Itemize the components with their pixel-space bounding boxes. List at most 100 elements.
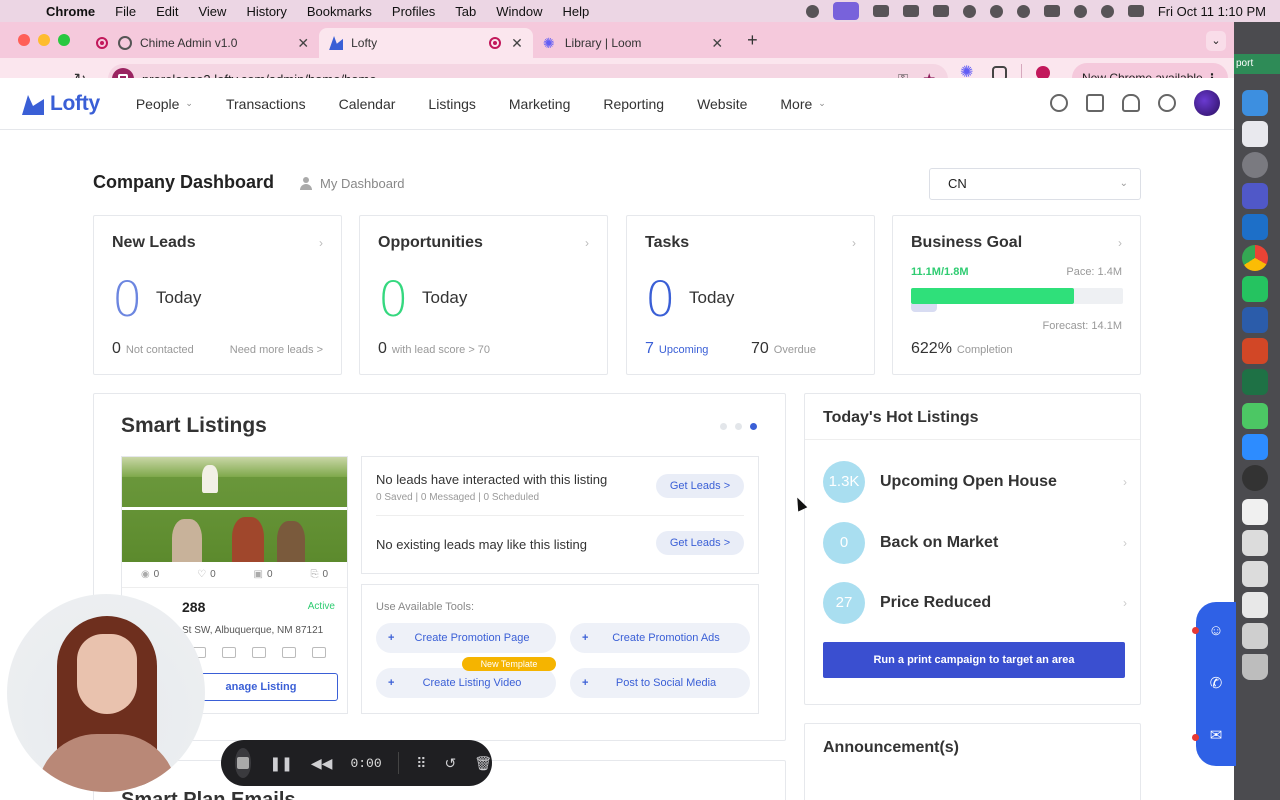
listing-photo[interactable]: [122, 457, 347, 562]
minimize-window-button[interactable]: [38, 34, 50, 46]
overdue-stat[interactable]: 70 Overdue: [751, 340, 816, 358]
spotlight-icon[interactable]: [1100, 4, 1114, 18]
word-icon[interactable]: [1242, 307, 1268, 333]
outlook-icon[interactable]: [1242, 214, 1268, 240]
nav-marketing[interactable]: Marketing: [509, 96, 570, 112]
chrome-icon[interactable]: [1242, 245, 1268, 271]
chat-bot-icon[interactable]: ☺: [1206, 622, 1226, 640]
inbox-icon[interactable]: [1086, 94, 1104, 112]
nav-reporting[interactable]: Reporting: [603, 96, 664, 112]
trash-icon[interactable]: [1242, 654, 1268, 680]
new-leads-card[interactable]: New Leads › 0 Today 0 Not contacted Need …: [93, 215, 342, 375]
close-tab-icon[interactable]: ✕: [511, 35, 523, 52]
document-icon[interactable]: [252, 647, 266, 658]
nav-website[interactable]: Website: [697, 96, 747, 112]
tasks-card[interactable]: Tasks › 0 Today 7 Upcoming 70 Overdue: [626, 215, 875, 375]
media-icon[interactable]: [1016, 4, 1030, 18]
folder-icon[interactable]: [222, 647, 236, 658]
control-center-icon[interactable]: [1127, 5, 1144, 17]
house-icon[interactable]: [282, 647, 296, 658]
search-icon[interactable]: [1050, 94, 1068, 112]
battery-icon[interactable]: [1043, 5, 1060, 17]
tab-chime-admin[interactable]: Chime Admin v1.0 ✕: [86, 28, 319, 58]
pause-icon[interactable]: ❚❚: [269, 755, 292, 772]
print-campaign-button[interactable]: Run a print campaign to target an area: [823, 642, 1125, 678]
business-goal-card[interactable]: Business Goal › 11.1M/1.8M Pace: 1.4M Fo…: [892, 215, 1141, 375]
hot-listing-row[interactable]: 27 Price Reduced ›: [823, 581, 1127, 625]
menu-history[interactable]: History: [246, 4, 286, 19]
chevron-right-icon[interactable]: ›: [319, 236, 323, 250]
excel-icon[interactable]: [1242, 369, 1268, 395]
message-icon[interactable]: ✉: [1206, 726, 1226, 744]
avatar[interactable]: [1194, 90, 1220, 116]
camtasia-icon[interactable]: [1242, 276, 1268, 302]
menu-bookmarks[interactable]: Bookmarks: [307, 4, 372, 19]
document-icon[interactable]: [1242, 499, 1268, 525]
new-tab-button[interactable]: +: [747, 30, 758, 51]
bell-icon[interactable]: [1122, 94, 1140, 112]
window-thumbnail-icon[interactable]: [1242, 592, 1268, 618]
get-leads-button[interactable]: Get Leads >: [656, 531, 744, 555]
play-icon[interactable]: [962, 4, 976, 18]
menu-view[interactable]: View: [198, 4, 226, 19]
wifi-icon[interactable]: [1073, 4, 1087, 18]
menu-tab[interactable]: Tab: [455, 4, 476, 19]
teams-icon[interactable]: [1242, 183, 1268, 209]
hot-listing-row[interactable]: 0 Back on Market ›: [823, 521, 1127, 565]
menu-help[interactable]: Help: [563, 4, 590, 19]
create-listing-video-button[interactable]: + Create Listing Video: [376, 668, 556, 698]
window-thumbnail-icon[interactable]: [1242, 530, 1268, 556]
create-promotion-ads-button[interactable]: + Create Promotion Ads: [570, 623, 750, 653]
nav-more[interactable]: More ⌄: [780, 96, 825, 112]
window-thumbnail-icon[interactable]: [1242, 561, 1268, 587]
hot-listing-row[interactable]: 1.3K Upcoming Open House ›: [823, 460, 1127, 504]
menubar-clock[interactable]: Fri Oct 11 1:10 PM: [1158, 4, 1266, 19]
menu-edit[interactable]: Edit: [156, 4, 178, 19]
phone-icon[interactable]: ✆: [1206, 674, 1226, 692]
region-select[interactable]: CN ⌄: [929, 168, 1141, 200]
loom-app-icon[interactable]: [1242, 465, 1268, 491]
nav-people[interactable]: People ⌄: [136, 96, 193, 112]
delete-icon[interactable]: 🗑: [474, 755, 492, 772]
close-tab-icon[interactable]: ✕: [297, 35, 309, 52]
not-contacted-stat[interactable]: 0 Not contacted: [112, 340, 194, 358]
finder-icon[interactable]: [1242, 90, 1268, 116]
close-tab-icon[interactable]: ✕: [711, 35, 723, 52]
upcoming-stat[interactable]: 7 Upcoming: [645, 340, 708, 358]
nav-transactions[interactable]: Transactions: [226, 96, 306, 112]
mls-icon[interactable]: [312, 647, 326, 658]
launchpad-icon[interactable]: [1242, 121, 1268, 147]
restart-icon[interactable]: ↺: [444, 755, 456, 772]
nav-listings[interactable]: Listings: [428, 96, 475, 112]
my-dashboard-link[interactable]: My Dashboard: [300, 176, 405, 191]
zoom-icon[interactable]: [1242, 434, 1268, 460]
zoom-window-button[interactable]: [58, 34, 70, 46]
rewind-icon[interactable]: ◀◀: [311, 755, 333, 772]
tab-loom-library[interactable]: ✺ Library | Loom ✕: [533, 28, 733, 58]
opportunities-card[interactable]: Opportunities › 0 Today 0 with lead score…: [359, 215, 608, 375]
lead-score-stat[interactable]: 0 with lead score > 70: [378, 340, 490, 358]
system-settings-icon[interactable]: [1242, 152, 1268, 178]
carousel-dot[interactable]: [735, 423, 742, 430]
cloud-icon[interactable]: [872, 5, 889, 17]
tab-search-chevron-icon[interactable]: ⌄: [1206, 31, 1226, 51]
tab-lofty[interactable]: Lofty ✕: [319, 28, 533, 58]
screen-share-icon[interactable]: [832, 2, 859, 20]
manage-listing-button[interactable]: anage Listing: [184, 673, 338, 701]
moon-icon[interactable]: [989, 4, 1003, 18]
chevron-right-icon[interactable]: ›: [852, 236, 856, 250]
webcam-bubble[interactable]: [7, 594, 205, 792]
film-icon[interactable]: [902, 5, 919, 17]
carousel-dots[interactable]: [720, 423, 757, 430]
messages-icon[interactable]: [1242, 403, 1268, 429]
menu-file[interactable]: File: [115, 4, 136, 19]
close-window-button[interactable]: [18, 34, 30, 46]
nightshift-icon[interactable]: [932, 5, 949, 17]
create-promotion-page-button[interactable]: + Create Promotion Page: [376, 623, 556, 653]
menu-window[interactable]: Window: [496, 4, 542, 19]
stop-recording-button[interactable]: [235, 748, 252, 778]
powerpoint-icon[interactable]: [1242, 338, 1268, 364]
menu-profiles[interactable]: Profiles: [392, 4, 435, 19]
post-to-social-media-button[interactable]: + Post to Social Media: [570, 668, 750, 698]
need-more-leads-link[interactable]: Need more leads >: [230, 344, 323, 356]
